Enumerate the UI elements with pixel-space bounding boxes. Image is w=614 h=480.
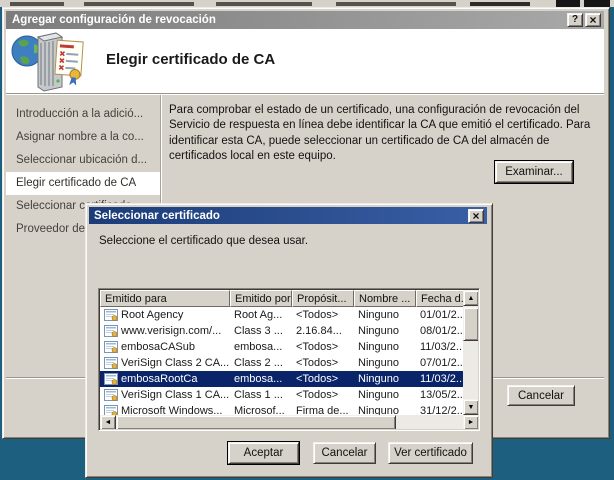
- table-row[interactable]: Microsoft Windows...Microsof...Firma de.…: [100, 403, 464, 415]
- window-fragment: [84, 2, 194, 6]
- scroll-up-button[interactable]: ▲: [463, 290, 478, 306]
- window-fragment: [10, 2, 64, 6]
- table-cell: 01/01/2..: [416, 307, 464, 323]
- table-cell: 31/12/2..: [416, 403, 464, 415]
- screen: Agregar configuración de revocación ? ×: [0, 0, 614, 480]
- revocation-wizard-icon: [10, 29, 88, 98]
- table-cell: Root Ag...: [230, 307, 292, 323]
- table-cell: www.verisign.com/...: [100, 323, 230, 339]
- certificate-icon: [104, 341, 119, 353]
- table-cell: Ninguno: [354, 387, 416, 403]
- table-cell: Ninguno: [354, 403, 416, 415]
- certificate-icon: [104, 325, 119, 337]
- table-cell: <Todos>: [292, 355, 354, 371]
- sidebar-item: Asignar nombre a la co...: [6, 126, 160, 149]
- dialog-title-bar: Seleccionar certificado ×: [89, 207, 487, 224]
- certificate-list[interactable]: Emitido paraEmitido porPropósit...Nombre…: [98, 288, 480, 431]
- table-cell: <Todos>: [292, 371, 354, 387]
- table-cell: VeriSign Class 1 CA...: [100, 387, 230, 403]
- column-header[interactable]: Propósit...: [292, 290, 354, 307]
- table-cell: VeriSign Class 2 CA...: [100, 355, 230, 371]
- table-cell: Class 1 ...: [230, 387, 292, 403]
- vertical-scrollbar[interactable]: ▲ ▼: [463, 290, 478, 415]
- table-cell: embosaCASub: [100, 339, 230, 355]
- column-header[interactable]: Emitido para: [100, 290, 230, 307]
- table-cell: <Todos>: [292, 387, 354, 403]
- table-row[interactable]: VeriSign Class 2 CA...Class 2 ...<Todos>…: [100, 355, 464, 371]
- page-description: Para comprobar el estado de un certifica…: [169, 103, 605, 165]
- certificate-icon: [104, 357, 119, 369]
- table-cell: Ninguno: [354, 307, 416, 323]
- table-cell: embosa...: [230, 339, 292, 355]
- background-window-controls: [556, 0, 580, 7]
- background-window-controls: [584, 0, 610, 7]
- certificate-icon: [104, 389, 119, 401]
- vertical-scroll-thumb[interactable]: [463, 307, 478, 341]
- window-fragment: [470, 2, 530, 6]
- column-header[interactable]: Nombre ...: [354, 290, 416, 307]
- table-row[interactable]: www.verisign.com/...Class 3 ...2.16.84..…: [100, 323, 464, 339]
- table-cell: 13/05/2..: [416, 387, 464, 403]
- close-button[interactable]: ×: [585, 13, 601, 27]
- sidebar-item: Introducción a la adició...: [6, 103, 160, 126]
- table-cell: 11/03/2..: [416, 371, 464, 387]
- dialog-cancel-button[interactable]: Cancelar: [313, 442, 376, 464]
- horizontal-scroll-thumb[interactable]: [116, 415, 396, 429]
- table-cell: 11/03/2..: [416, 339, 464, 355]
- horizontal-scrollbar[interactable]: ◄ ►: [100, 415, 478, 429]
- table-cell: <Todos>: [292, 339, 354, 355]
- table-row[interactable]: VeriSign Class 1 CA...Class 1 ...<Todos>…: [100, 387, 464, 403]
- background-window-strip: [0, 0, 614, 7]
- wizard-title: Agregar configuración de revocación: [6, 14, 567, 26]
- column-header[interactable]: Emitido por: [230, 290, 292, 307]
- table-cell: embosaRootCa: [100, 371, 230, 387]
- certificate-icon: [104, 405, 119, 415]
- wizard-cancel-button[interactable]: Cancelar: [507, 385, 575, 406]
- table-cell: Firma de...: [292, 403, 354, 415]
- sidebar-item: Seleccionar ubicación d...: [6, 149, 160, 172]
- table-row[interactable]: embosaRootCaembosa...<Todos>Ninguno11/03…: [100, 371, 464, 387]
- table-cell: Ninguno: [354, 355, 416, 371]
- window-fragment: [336, 2, 456, 6]
- scroll-right-button[interactable]: ►: [463, 415, 478, 429]
- select-certificate-dialog: Seleccionar certificado × Seleccione el …: [85, 203, 493, 478]
- list-header-row: Emitido paraEmitido porPropósit...Nombre…: [100, 290, 464, 307]
- table-cell: Class 3 ...: [230, 323, 292, 339]
- certificate-icon: [104, 373, 119, 385]
- dialog-title: Seleccionar certificado: [89, 210, 468, 222]
- wizard-title-bar: Agregar configuración de revocación ? ×: [6, 11, 604, 29]
- table-row[interactable]: Root AgencyRoot Ag...<Todos>Ninguno01/01…: [100, 307, 464, 323]
- dialog-close-button[interactable]: ×: [468, 209, 484, 223]
- sidebar-item: Elegir certificado de CA: [6, 172, 160, 195]
- page-title: Elegir certificado de CA: [106, 51, 275, 68]
- table-row[interactable]: embosaCASubembosa...<Todos>Ninguno11/03/…: [100, 339, 464, 355]
- dialog-instruction: Seleccione el certificado que desea usar…: [99, 235, 308, 247]
- table-cell: embosa...: [230, 371, 292, 387]
- table-cell: 08/01/2..: [416, 323, 464, 339]
- window-fragment: [216, 2, 312, 6]
- browse-button[interactable]: Examinar...: [495, 161, 573, 183]
- table-cell: Microsof...: [230, 403, 292, 415]
- list-rows: Root AgencyRoot Ag...<Todos>Ninguno01/01…: [100, 307, 464, 415]
- table-cell: Class 2 ...: [230, 355, 292, 371]
- table-cell: Ninguno: [354, 371, 416, 387]
- scroll-down-button[interactable]: ▼: [463, 399, 478, 415]
- certificate-list-inner: Emitido paraEmitido porPropósit...Nombre…: [100, 290, 478, 429]
- wizard-header: Elegir certificado de CA: [6, 29, 604, 93]
- table-cell: 07/01/2..: [416, 355, 464, 371]
- view-certificate-button[interactable]: Ver certificado: [388, 442, 473, 464]
- table-cell: Root Agency: [100, 307, 230, 323]
- table-cell: 2.16.84...: [292, 323, 354, 339]
- table-cell: Microsoft Windows...: [100, 403, 230, 415]
- accept-button[interactable]: Aceptar: [228, 442, 299, 464]
- table-cell: <Todos>: [292, 307, 354, 323]
- table-cell: Ninguno: [354, 323, 416, 339]
- help-button[interactable]: ?: [567, 13, 583, 27]
- scroll-left-button[interactable]: ◄: [100, 415, 116, 429]
- table-cell: Ninguno: [354, 339, 416, 355]
- certificate-icon: [104, 309, 119, 321]
